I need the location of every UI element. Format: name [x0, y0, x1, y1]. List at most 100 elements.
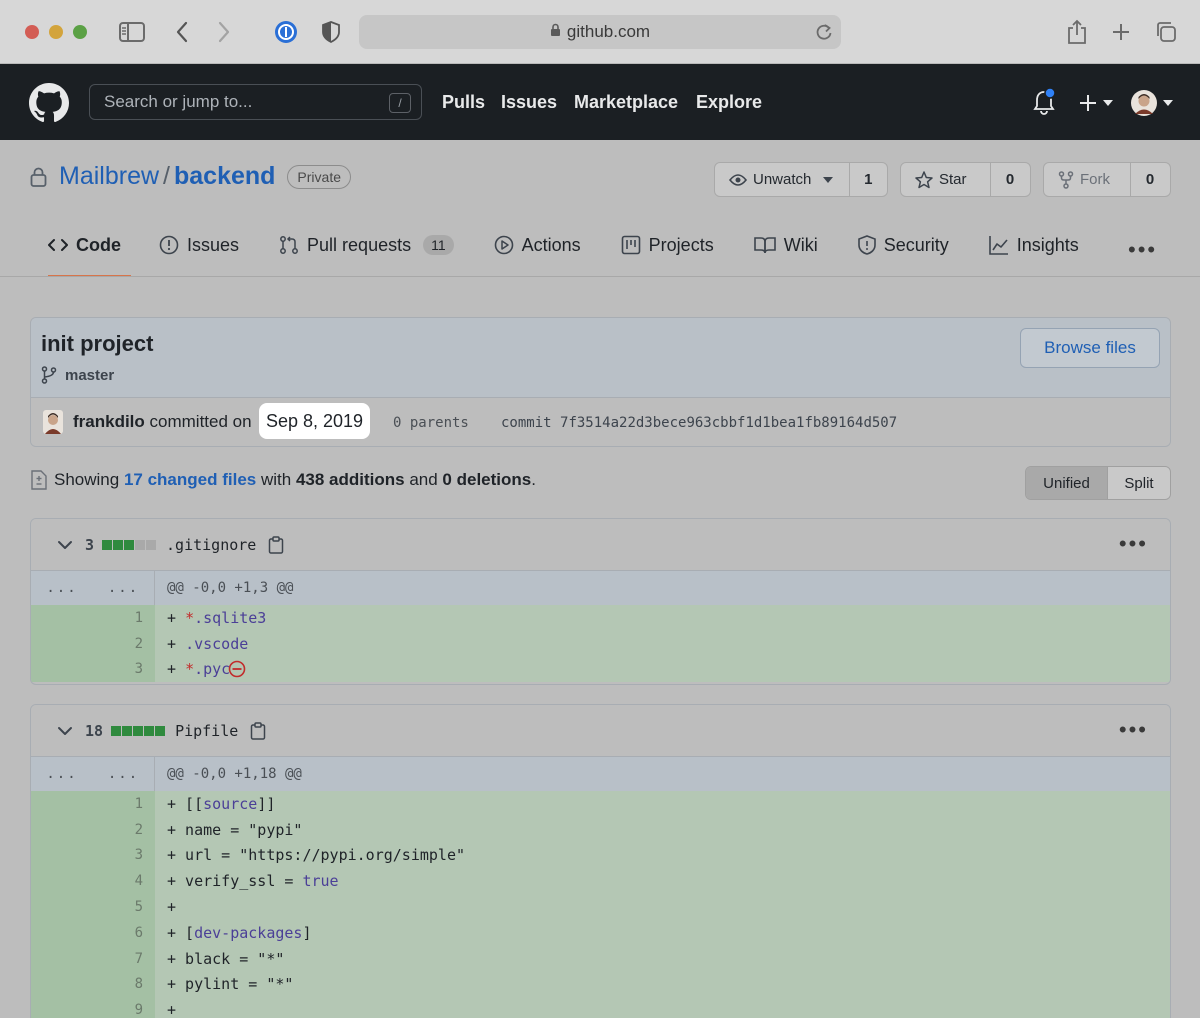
forward-arrow-icon[interactable] [214, 18, 234, 46]
file-name[interactable]: .gitignore [166, 536, 256, 554]
old-line-number [31, 791, 93, 817]
diff-line: 6 + [dev-packages] [31, 919, 1170, 946]
new-line-number[interactable]: 6 [93, 919, 155, 946]
author-avatar[interactable] [43, 410, 63, 434]
chevron-down-icon[interactable] [57, 726, 73, 736]
diffstat-bar [111, 725, 166, 736]
tab-wiki[interactable]: Wiki [753, 230, 818, 276]
file-options-button[interactable]: ••• [1119, 717, 1148, 743]
committed-on-text: committed on [149, 412, 252, 431]
old-line-number [31, 919, 93, 946]
github-logo-icon[interactable] [29, 83, 69, 128]
new-line-number[interactable]: 3 [93, 656, 155, 683]
visibility-badge: Private [287, 164, 351, 189]
tab-code[interactable]: Code [48, 230, 131, 277]
copy-clipboard-icon[interactable] [268, 535, 284, 554]
new-line-number[interactable]: 3 [93, 842, 155, 869]
close-window-button[interactable] [25, 25, 39, 39]
more-tabs-button[interactable]: ••• [1128, 237, 1157, 263]
address-bar[interactable]: github.com [359, 15, 841, 49]
back-arrow-icon[interactable] [172, 18, 192, 46]
hunk-expand-left[interactable]: ... [31, 766, 93, 782]
diff-line: 1 + [[source]] [31, 791, 1170, 817]
tab-security-label: Security [883, 235, 949, 255]
author-link[interactable]: frankdilo [73, 412, 145, 431]
changed-files-link[interactable]: 17 changed files [124, 470, 256, 490]
new-line-number[interactable]: 1 [93, 791, 155, 817]
file-header: 18 Pipfile ••• [31, 705, 1170, 757]
diffstat-block [135, 539, 146, 550]
search-placeholder: Search or jump to... [104, 92, 253, 111]
privacy-shield-icon[interactable] [320, 18, 342, 46]
file-name[interactable]: Pipfile [175, 722, 238, 740]
user-menu[interactable] [1131, 90, 1173, 116]
eye-icon [729, 173, 747, 186]
new-line-number[interactable]: 1 [93, 605, 155, 631]
chevron-down-icon[interactable] [57, 540, 73, 550]
tab-overview-icon[interactable] [1154, 18, 1178, 46]
copy-clipboard-icon[interactable] [250, 721, 266, 740]
hunk-expand-left[interactable]: ... [31, 580, 93, 596]
zoom-window-button[interactable] [73, 25, 87, 39]
browse-files-button[interactable]: Browse files [1020, 328, 1160, 368]
repo-owner-link[interactable]: Mailbrew [59, 162, 159, 191]
watch-count[interactable]: 1 [850, 163, 887, 196]
tab-pull-requests[interactable]: Pull requests 11 [279, 230, 454, 276]
nav-explore-link[interactable]: Explore [696, 92, 762, 113]
star-count[interactable]: 0 [991, 163, 1029, 196]
new-line-number[interactable]: 8 [93, 971, 155, 998]
deletions-count: 0 deletions [442, 470, 532, 489]
unified-view-button[interactable]: Unified [1026, 467, 1108, 499]
old-line-number [31, 894, 93, 920]
nav-pulls-link[interactable]: Pulls [442, 92, 485, 113]
new-line-number[interactable]: 4 [93, 868, 155, 895]
nav-issues-link[interactable]: Issues [501, 92, 557, 113]
search-input[interactable]: Search or jump to... / [89, 84, 422, 120]
fork-button[interactable]: Fork [1044, 163, 1131, 196]
password-manager-icon[interactable] [273, 18, 299, 46]
file-options-button[interactable]: ••• [1119, 531, 1148, 557]
pull-requests-count: 11 [423, 235, 454, 255]
commit-sha-label: commit [501, 415, 552, 431]
notifications-bell-icon[interactable] [1033, 87, 1059, 121]
tab-insights-label: Insights [1016, 235, 1079, 255]
tabs-divider [0, 276, 1200, 277]
syntax-boolean: true [302, 872, 339, 891]
new-line-number[interactable]: 2 [93, 816, 155, 843]
github-header: Search or jump to... / Pulls Issues Mark… [0, 64, 1200, 140]
branch-icon [41, 366, 57, 384]
tab-projects[interactable]: Projects [621, 230, 714, 276]
plus-icon [1080, 95, 1096, 111]
branch-label: master [41, 366, 114, 384]
reload-icon[interactable] [815, 22, 833, 47]
split-view-button[interactable]: Split [1108, 467, 1170, 499]
no-newline-icon [228, 661, 246, 678]
new-line-number[interactable]: 2 [93, 630, 155, 657]
nav-marketplace-link[interactable]: Marketplace [574, 92, 678, 113]
new-line-number[interactable]: 5 [93, 894, 155, 920]
tab-code-label: Code [76, 235, 121, 255]
repo-name-link[interactable]: backend [174, 162, 275, 191]
sidebar-icon[interactable] [118, 18, 146, 46]
tab-insights[interactable]: Insights [988, 230, 1079, 276]
file-diff-icon [30, 470, 48, 490]
tab-security[interactable]: Security [857, 230, 949, 276]
file-diff-gitignore: 3 .gitignore ••• ... ... @@ -0,0 +1,3 @@… [30, 518, 1171, 685]
new-line-number[interactable]: 7 [93, 945, 155, 972]
create-new-dropdown[interactable] [1079, 94, 1113, 112]
minimize-window-button[interactable] [49, 25, 63, 39]
line-code: + [[source]] [155, 791, 1170, 817]
project-icon [621, 235, 640, 255]
new-line-number[interactable]: 9 [93, 997, 155, 1018]
share-icon[interactable] [1066, 18, 1088, 46]
unwatch-button[interactable]: Unwatch [715, 163, 850, 196]
hunk-expand-right[interactable]: ... [93, 757, 155, 791]
fork-count[interactable]: 0 [1131, 163, 1169, 196]
new-tab-plus-icon[interactable] [1110, 18, 1132, 46]
hunk-expand-right[interactable]: ... [93, 571, 155, 605]
tab-issues[interactable]: Issues [159, 230, 239, 276]
diffstat-bar [102, 539, 157, 550]
star-button[interactable]: Star [901, 163, 991, 196]
hunk-header: ... ... @@ -0,0 +1,3 @@ [31, 571, 1170, 605]
tab-actions[interactable]: Actions [494, 230, 581, 276]
